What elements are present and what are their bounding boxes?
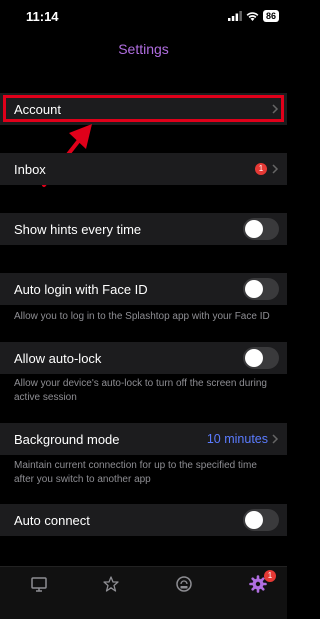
faceid-label: Auto login with Face ID	[14, 281, 148, 297]
settings-row-autoconnect: Auto connect	[0, 504, 287, 536]
settings-row-inbox[interactable]: Inbox 1	[0, 153, 287, 185]
inbox-badge: 1	[255, 163, 267, 175]
settings-tab-badge: 1	[264, 570, 276, 582]
autoconnect-label: Auto connect	[14, 512, 90, 528]
background-label: Background mode	[14, 431, 120, 447]
settings-row-hints: Show hints every time	[0, 213, 287, 245]
autolock-label: Allow auto-lock	[14, 350, 102, 366]
hints-toggle[interactable]	[243, 218, 279, 240]
faceid-description: Allow you to log in to the Splashtop app…	[14, 311, 270, 322]
sos-icon[interactable]	[175, 575, 193, 593]
tab-bar	[0, 566, 287, 619]
hints-label: Show hints every time	[14, 221, 142, 237]
faceid-toggle[interactable]	[243, 278, 279, 300]
chevron-right-icon	[272, 434, 279, 444]
settings-row-faceid: Auto login with Face ID	[0, 273, 287, 305]
settings-row-autolock: Allow auto-lock	[0, 342, 287, 374]
autolock-description: Allow your device's auto-lock to turn of…	[14, 378, 267, 403]
autoconnect-toggle[interactable]	[243, 509, 279, 531]
autolock-toggle[interactable]	[243, 347, 279, 369]
background-value: 10 minutes	[206, 432, 268, 446]
computer-icon[interactable]	[30, 575, 48, 593]
background-description: Maintain current connection for up to th…	[14, 460, 257, 485]
inbox-label: Inbox	[14, 161, 46, 177]
chevron-right-icon	[272, 164, 279, 174]
star-icon[interactable]	[102, 575, 120, 593]
settings-row-background[interactable]: Background mode 10 minutes	[0, 423, 287, 455]
